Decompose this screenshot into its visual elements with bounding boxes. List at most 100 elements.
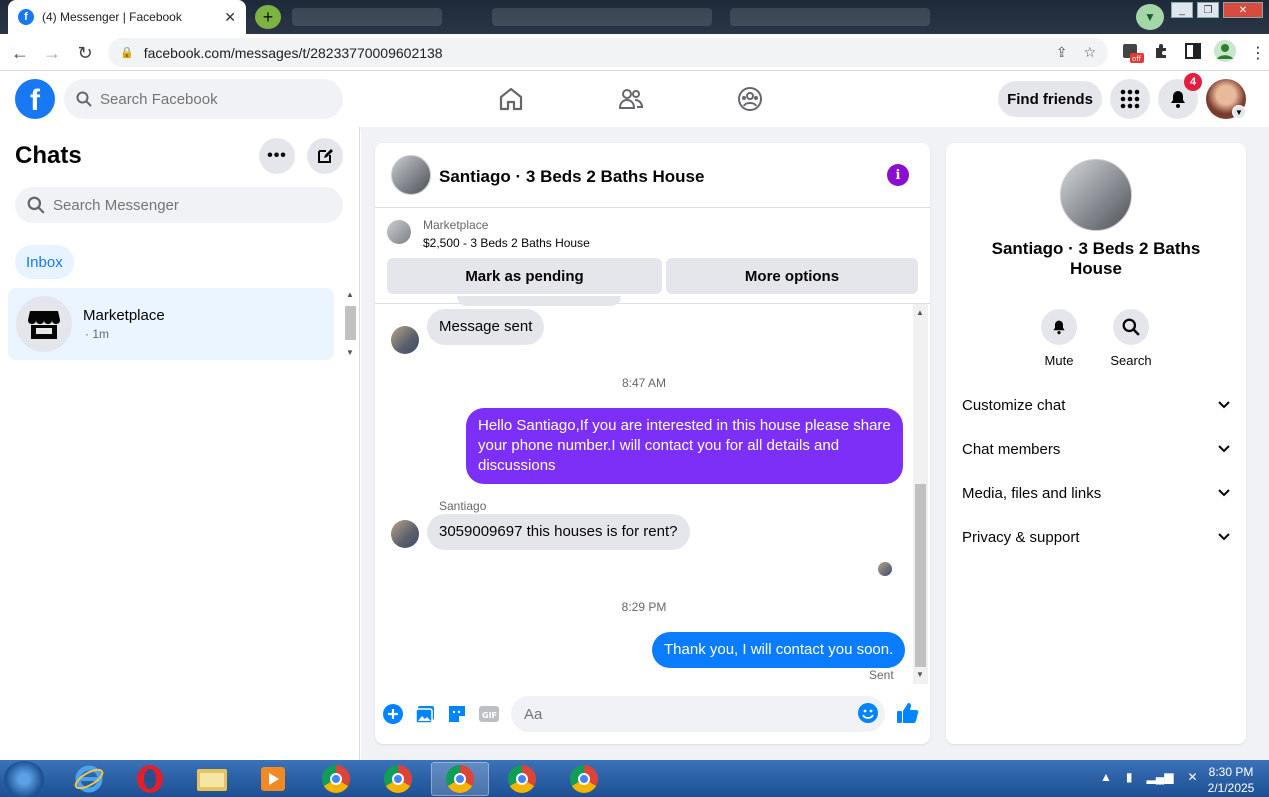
- media-player-icon[interactable]: [244, 762, 302, 796]
- bookmark-star-icon[interactable]: ☆: [1083, 44, 1096, 61]
- conversation-details-panel: Santiago · 3 Beds 2 Baths House Mute Sea…: [946, 143, 1246, 744]
- sidebar-scrollbar[interactable]: ▲ ▼: [343, 290, 357, 360]
- sidebar-scroll-thumb[interactable]: [345, 306, 356, 340]
- facebook-search[interactable]: [64, 79, 343, 119]
- chevron-down-icon: [1218, 445, 1230, 453]
- section-label: Customize chat: [962, 396, 1066, 414]
- home-icon[interactable]: [497, 85, 525, 113]
- browser-menu-icon[interactable]: ⋮: [1250, 43, 1266, 63]
- facebook-search-input[interactable]: [100, 90, 320, 108]
- internet-explorer-icon[interactable]: [60, 762, 118, 796]
- search-in-conversation-button[interactable]: Search: [1101, 309, 1161, 368]
- browser-tab-active[interactable]: f (4) Messenger | Facebook ✕: [8, 0, 246, 34]
- scroll-down-arrow-icon[interactable]: ▼: [916, 670, 924, 679]
- facebook-logo-icon[interactable]: f: [15, 79, 55, 119]
- scroll-up-arrow-icon[interactable]: ▲: [346, 290, 354, 299]
- mute-button[interactable]: Mute: [1029, 309, 1089, 368]
- thumbs-up-icon[interactable]: [896, 701, 920, 725]
- emoji-icon[interactable]: [857, 702, 879, 724]
- messenger-search-input[interactable]: [53, 196, 313, 214]
- background-tab[interactable]: [730, 8, 930, 26]
- url-field[interactable]: 🔒 facebook.com/messages/t/28233770009602…: [108, 38, 1108, 67]
- clock-date: 2/1/2025: [1207, 781, 1255, 795]
- more-options-button[interactable]: More options: [666, 258, 918, 294]
- customize-chat-section[interactable]: Customize chat: [962, 393, 1230, 417]
- file-explorer-icon[interactable]: [183, 762, 241, 796]
- sender-avatar: [391, 326, 419, 354]
- listing-title[interactable]: $2,500 - 3 Beds 2 Baths House: [423, 236, 590, 250]
- section-label: Privacy & support: [962, 528, 1080, 546]
- conversation-scroll-thumb[interactable]: [915, 484, 926, 667]
- mark-as-pending-button[interactable]: Mark as pending: [387, 258, 662, 294]
- puzzle-extensions-icon[interactable]: [1153, 43, 1169, 62]
- side-panel-icon[interactable]: [1185, 43, 1201, 62]
- chrome-profile-taskbar-icon[interactable]: [493, 762, 551, 796]
- share-icon[interactable]: ⇪: [1056, 44, 1068, 61]
- close-window-icon[interactable]: ✕: [1223, 2, 1263, 18]
- profile-avatar-icon[interactable]: [1214, 40, 1236, 65]
- extension-icon[interactable]: off: [1122, 43, 1144, 68]
- background-tab[interactable]: [492, 8, 712, 26]
- chrome-active-taskbar-icon[interactable]: [431, 762, 489, 796]
- conversation-title[interactable]: Santiago · 3 Beds 2 Baths House: [439, 167, 704, 187]
- plus-circle-icon[interactable]: [382, 703, 404, 725]
- sticker-icon[interactable]: [446, 703, 468, 725]
- timestamp: 8:47 AM: [621, 376, 667, 390]
- background-tab[interactable]: [292, 8, 442, 26]
- new-message-button[interactable]: [307, 138, 343, 174]
- chat-list-item-marketplace[interactable]: Marketplace · 1m: [8, 288, 334, 360]
- start-button[interactable]: [4, 761, 44, 797]
- more-dots-icon: •••: [267, 147, 287, 164]
- tab-close-icon[interactable]: ✕: [224, 9, 236, 26]
- messenger-search[interactable]: [15, 187, 343, 223]
- photo-attach-icon[interactable]: [414, 703, 436, 725]
- tab-inbox[interactable]: Inbox: [15, 245, 74, 279]
- tab-title: (4) Messenger | Facebook: [42, 10, 182, 24]
- incoming-message: 3059009697 this houses is for rent?: [427, 514, 690, 550]
- chrome-profile-taskbar-icon[interactable]: [369, 762, 427, 796]
- forward-arrow-icon[interactable]: →: [40, 41, 64, 65]
- chrome-profile-taskbar-icon[interactable]: [555, 762, 613, 796]
- message-list: Message sent 8:47 AM Hello Santiago,If y…: [375, 296, 915, 684]
- section-label: Media, files and links: [962, 484, 1102, 502]
- friends-icon[interactable]: [617, 85, 645, 113]
- minimize-window-icon[interactable]: _: [1171, 2, 1193, 18]
- reload-icon[interactable]: ↻: [73, 41, 97, 65]
- battery-icon[interactable]: ▮: [1126, 770, 1133, 784]
- marketplace-listing-bar: Marketplace $2,500 - 3 Beds 2 Baths Hous…: [375, 208, 930, 304]
- chrome-taskbar-icon[interactable]: [307, 762, 365, 796]
- details-avatar: [1060, 159, 1132, 231]
- taskbar-clock[interactable]: 8:30 PM 2/1/2025: [1196, 764, 1266, 796]
- conversation-scrollbar[interactable]: ▲ ▼: [913, 304, 928, 684]
- new-tab-button[interactable]: +: [255, 5, 281, 29]
- scroll-up-arrow-icon[interactable]: ▲: [916, 308, 924, 317]
- tray-expand-icon[interactable]: ▲: [1100, 770, 1112, 784]
- back-arrow-icon[interactable]: ←: [8, 41, 32, 65]
- mute-label: Mute: [1044, 353, 1074, 368]
- signal-icon[interactable]: ▂▄▆: [1147, 770, 1174, 784]
- menu-grid-button[interactable]: [1110, 79, 1150, 119]
- search-icon: [27, 196, 45, 214]
- conversation-header: Santiago · 3 Beds 2 Baths House i: [375, 143, 930, 208]
- chat-options-button[interactable]: •••: [259, 138, 295, 174]
- bell-icon: [1041, 309, 1077, 345]
- message-input-field[interactable]: [511, 696, 885, 732]
- url-text: facebook.com/messages/t/2823377000960213…: [143, 44, 443, 61]
- media-files-links-section[interactable]: Media, files and links: [962, 481, 1230, 505]
- find-friends-button[interactable]: Find friends: [998, 81, 1102, 117]
- opera-icon[interactable]: [121, 762, 179, 796]
- search-icon: [76, 91, 92, 107]
- chevron-down-icon: [1218, 533, 1230, 541]
- privacy-support-section[interactable]: Privacy & support: [962, 525, 1230, 549]
- groups-icon[interactable]: [736, 85, 764, 113]
- info-icon[interactable]: i: [887, 164, 909, 186]
- chat-members-section[interactable]: Chat members: [962, 437, 1230, 461]
- account-chevron-down-icon[interactable]: ▼: [1232, 105, 1246, 119]
- restore-window-icon[interactable]: ❐: [1197, 2, 1219, 18]
- scroll-down-arrow-icon[interactable]: ▼: [346, 348, 354, 357]
- svg-text:GIF: GIF: [482, 711, 497, 720]
- message-input[interactable]: [524, 705, 844, 723]
- gif-icon[interactable]: GIF: [478, 703, 500, 725]
- tab-search-chevron-icon[interactable]: ▼: [1136, 4, 1164, 30]
- conversation-avatar[interactable]: [391, 155, 431, 195]
